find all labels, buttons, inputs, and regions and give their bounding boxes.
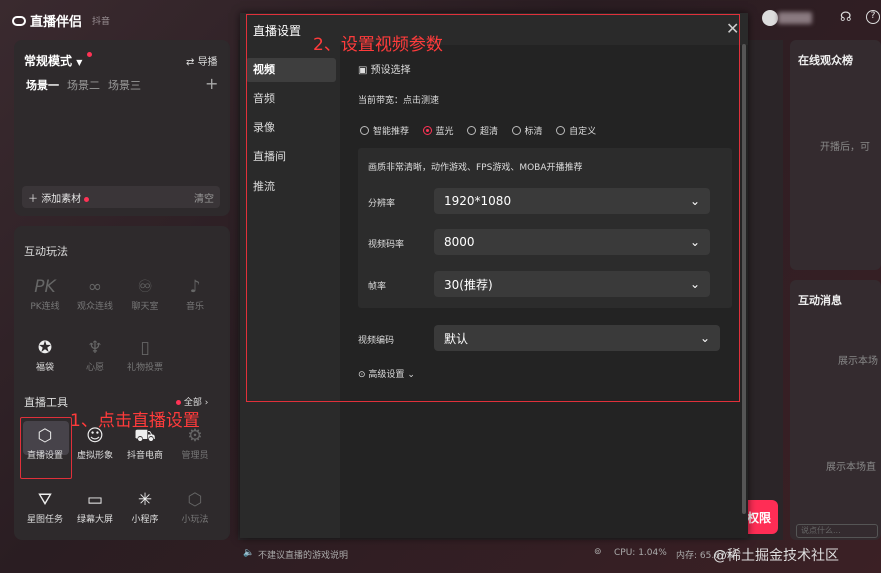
live-tools-row2: ⛛ 星图任务 ▭ 绿幕大屏 ✳ 小程序 ⬡ 小玩法 [20,488,220,525]
notification-dot [86,52,92,57]
dialog-scrollbar[interactable] [742,44,746,514]
link-icon: ∞ [87,277,103,297]
scene-tabs: 场景一 场景二 场景三 [26,77,141,93]
hexagon-settings-icon: ⬡ [37,426,53,446]
star-task-tool[interactable]: ⛛ 星图任务 [20,488,70,525]
mode-selector[interactable]: 常规模式 ▼ [24,52,92,69]
step1-annotation: 1、点击直播设置 [70,411,200,431]
star-task-icon: ⛛ [37,490,53,510]
live-tools-title: 直播工具 [24,396,68,409]
messages-empty-text-2: 展示本场直 [826,462,876,473]
help-icon[interactable]: ? [866,10,880,24]
gift-vote-tool[interactable]: ▯ 礼物投票 [120,336,170,373]
asterisk-icon: ✳ [137,490,153,510]
message-input[interactable]: 说点什么... [796,524,878,538]
import-button[interactable]: ⇄ 导播 [186,53,218,68]
app-title: 直播伴侣 [30,15,83,30]
scene-tab-2[interactable]: 场景二 [67,77,100,93]
app-subtitle: 抖音 [92,17,111,27]
interactive-title: 互动玩法 [24,245,68,258]
messages-panel: 互动消息 展示本场 展示本场直 说点什么... [790,280,881,540]
cpu-usage: CPU: 1.04% [614,548,667,558]
music-tool[interactable]: ♪ 音乐 [170,275,220,312]
messages-title: 互动消息 [798,294,842,307]
bag-icon: ✪ [37,338,53,358]
chat-icon: ♾ [137,277,153,297]
step2-highlight-box [246,14,740,402]
chatroom-tool[interactable]: ♾ 聊天室 [120,275,170,312]
microphone-icon: ♪ [189,277,201,297]
notification-dot [84,196,90,202]
app-logo: 直播伴侣 [12,11,82,30]
avatar[interactable] [762,10,778,26]
wish-icon: ♆ [87,338,103,358]
bottom-status-bar: 🔈 不建议直播的游戏说明 ⊚ CPU: 1.04% 内存: 65.67% @稀土… [238,544,881,564]
pk-icon: PK [34,277,56,297]
wish-tool[interactable]: ♆ 心愿 [70,336,120,373]
speaker-icon: 🔈 [243,548,255,558]
watermark: @稀土掘金技术社区 [713,548,839,564]
scene-tab-3[interactable]: 场景三 [108,77,141,93]
game-icon: ⬡ [187,490,203,510]
audience-link-tool[interactable]: ∞ 观众连线 [70,275,120,312]
headset-icon[interactable]: ☊ [840,10,852,25]
add-material-button[interactable]: ＋ 添加素材 [28,190,90,205]
interactive-tools-row1: PK PK连线 ∞ 观众连线 ♾ 聊天室 ♪ 音乐 [20,275,220,312]
bar-chart-icon: ▯ [140,338,150,358]
messages-empty-text: 展示本场 [838,356,878,367]
monitor-icon: ▭ [86,490,104,510]
clear-button[interactable]: 清空 [194,190,214,205]
viewers-panel: 在线观众榜 开播后，可 [790,40,881,270]
step2-annotation: 2、设置视频参数 [313,35,443,55]
mini-game-tool[interactable]: ⬡ 小玩法 [170,488,220,525]
live-settings-tool[interactable]: ⬡ 直播设置 [20,424,70,461]
username-blurred [778,12,812,24]
add-material-bar: ＋ 添加素材 清空 [22,186,220,208]
green-screen-tool[interactable]: ▭ 绿幕大屏 [70,488,120,525]
viewers-title: 在线观众榜 [798,54,853,67]
pk-tool[interactable]: PK PK连线 [20,275,70,312]
scene-tab-1[interactable]: 场景一 [26,77,59,93]
mini-program-tool[interactable]: ✳ 小程序 [120,488,170,525]
cpu-icon: ⊚ [594,547,602,557]
lucky-bag-tool[interactable]: ✪ 福袋 [20,336,70,373]
interactive-tools-row2: ✪ 福袋 ♆ 心愿 ▯ 礼物投票 [20,336,170,373]
notification-dot [176,400,181,405]
game-warning-link[interactable]: 不建议直播的游戏说明 [258,548,348,561]
viewers-empty-text: 开播后，可 [820,142,870,153]
add-scene-icon[interactable]: + [205,74,218,93]
logo-icon [12,15,26,26]
